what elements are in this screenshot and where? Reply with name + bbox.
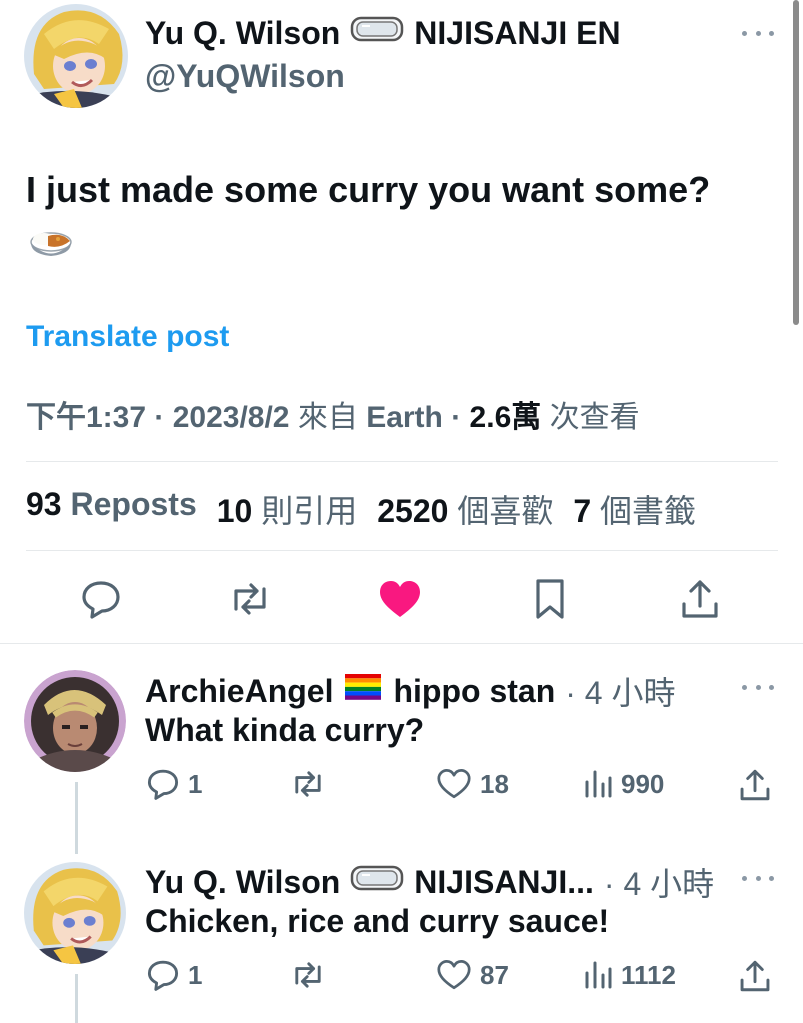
reply-actions: 1 87 1112 <box>0 959 803 995</box>
reply-icon <box>147 960 179 991</box>
reply-author-name[interactable]: ArchieAngel <box>145 673 333 710</box>
reply-time[interactable]: · 4 小時 <box>565 668 675 714</box>
divider <box>26 461 778 462</box>
reply-author-suffix: NIJISANJI... <box>414 863 594 900</box>
author-suffix: NIJISANJI EN <box>414 14 621 51</box>
reply-text: What kinda curry? <box>145 712 425 748</box>
like-heart-icon[interactable] <box>377 576 423 622</box>
reply-header: ArchieAngel hippo stan · 4 小時 <box>145 668 676 714</box>
reply-count: 1 <box>188 959 203 990</box>
reply-text: Chicken, rice and curry sauce! <box>145 903 610 939</box>
curry-rice-icon <box>28 224 74 264</box>
thread-connector <box>75 782 78 854</box>
reply-button[interactable]: 1 <box>146 959 202 991</box>
reply-icon <box>147 769 179 800</box>
like-count: 87 <box>480 959 509 990</box>
author-avatar[interactable] <box>24 4 128 108</box>
share-button[interactable] <box>738 768 772 802</box>
reply-author-suffix: hippo stan <box>393 672 556 709</box>
views-label: 次查看 <box>549 401 640 434</box>
views-button[interactable]: 1112 <box>583 959 676 991</box>
thread-connector <box>75 974 78 1023</box>
analytics-icon <box>585 961 612 989</box>
share-icon <box>740 769 770 801</box>
divider <box>0 643 803 644</box>
heart-icon <box>437 769 471 799</box>
post-time[interactable]: 下午1:37 <box>26 401 146 434</box>
heart-icon <box>437 960 471 990</box>
goggles-icon <box>350 14 404 52</box>
repost-icon <box>295 771 321 797</box>
reply-icon[interactable] <box>78 576 124 622</box>
repost-icon <box>295 962 321 988</box>
more-options-icon[interactable] <box>742 28 774 38</box>
share-button[interactable] <box>738 959 772 993</box>
more-options-icon[interactable] <box>742 682 774 692</box>
bookmarks-stat[interactable]: 7 個書籤 <box>573 486 696 532</box>
reply-time[interactable]: · 4 小時 <box>604 859 714 905</box>
repost-button[interactable] <box>289 959 335 991</box>
likes-stat[interactable]: 2520 個喜歡 <box>377 486 553 532</box>
view-count: 2.6萬 <box>469 401 542 434</box>
post-text: I just made some curry you want some? <box>26 169 711 210</box>
views-button[interactable]: 990 <box>583 768 664 800</box>
reply-author-name[interactable]: Yu Q. Wilson <box>145 864 340 901</box>
repost-icon[interactable] <box>227 576 273 622</box>
quotes-stat[interactable]: 10 則引用 <box>217 486 358 532</box>
reply-header: Yu Q. Wilson NIJISANJI... · 4 小時 <box>145 859 714 905</box>
reply-actions: 1 18 990 <box>0 768 803 804</box>
translate-post-link[interactable]: Translate post <box>26 320 229 354</box>
share-icon <box>740 960 770 992</box>
bookmark-icon[interactable] <box>527 576 573 622</box>
source-prefix: 來自 <box>297 401 358 434</box>
like-button[interactable]: 87 <box>436 959 509 991</box>
repost-button[interactable] <box>289 768 335 800</box>
view-count: 990 <box>621 768 665 799</box>
reply-count: 1 <box>188 768 203 799</box>
reply-avatar[interactable] <box>24 862 126 964</box>
divider <box>26 550 778 551</box>
main-post: Yu Q. Wilson NIJISANJI EN @YuQWilson I j… <box>0 0 803 644</box>
like-button[interactable]: 18 <box>436 768 509 800</box>
view-count: 1112 <box>621 959 676 990</box>
reply-avatar[interactable] <box>24 670 126 772</box>
like-count: 18 <box>480 768 509 799</box>
more-options-icon[interactable] <box>742 873 774 883</box>
reposts-stat[interactable]: 93 Reposts <box>26 486 197 532</box>
author-name-line[interactable]: Yu Q. Wilson NIJISANJI EN <box>145 14 621 52</box>
author-name[interactable]: Yu Q. Wilson <box>145 15 340 52</box>
post-source: Earth <box>366 401 443 434</box>
author-handle[interactable]: @YuQWilson <box>145 58 345 95</box>
share-icon[interactable] <box>677 576 723 622</box>
reply-button[interactable]: 1 <box>146 768 202 800</box>
goggles-icon <box>350 863 404 901</box>
post-actions <box>0 576 803 622</box>
post-stats: 93 Reposts 10 則引用 2520 個喜歡 7 個書籤 <box>26 486 696 532</box>
rainbow-flag-icon <box>343 672 383 710</box>
post-date[interactable]: 2023/8/2 <box>173 401 290 434</box>
analytics-icon <box>585 770 612 798</box>
post-meta: 下午1:37 · 2023/8/2 來自 Earth · 2.6萬 次查看 <box>26 401 640 434</box>
